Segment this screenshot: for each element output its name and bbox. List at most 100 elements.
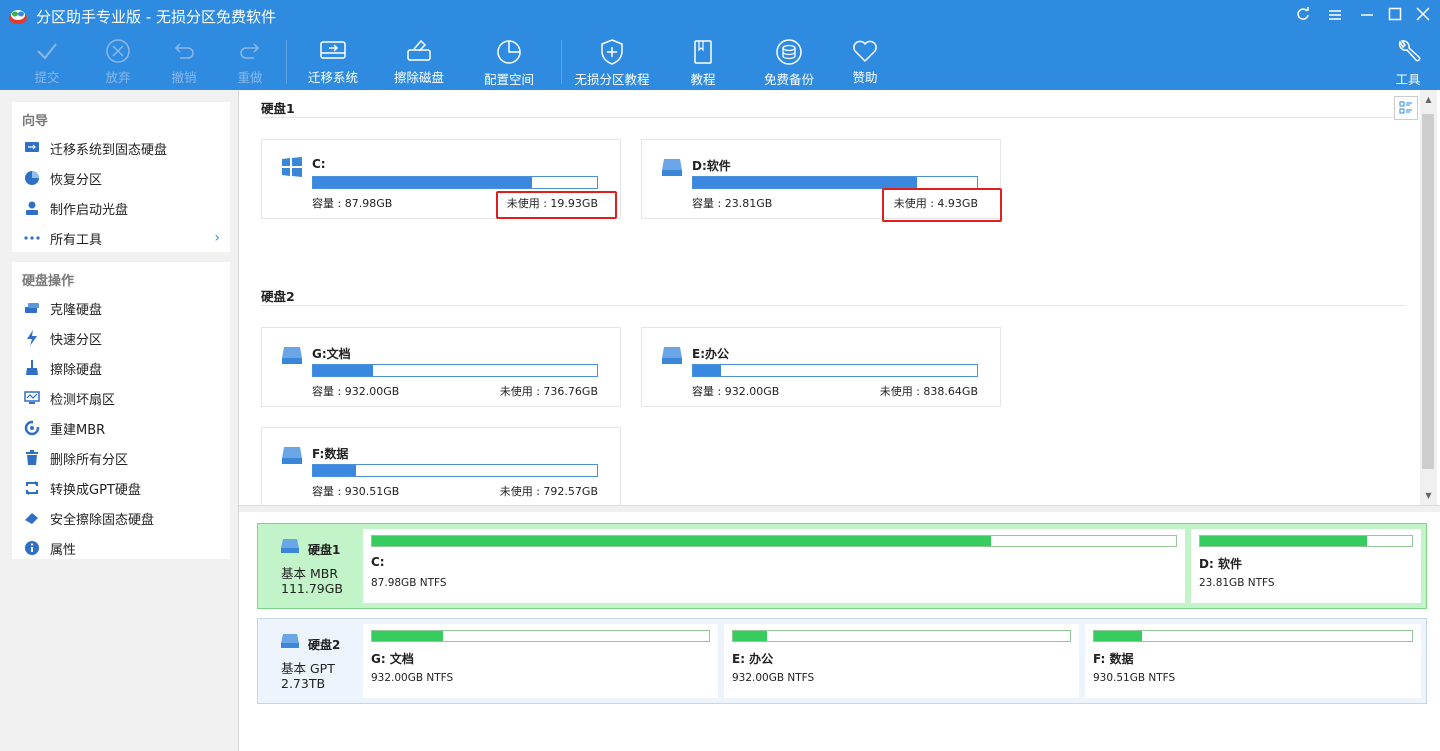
disk2-label: 硬盘2 bbox=[261, 289, 295, 304]
drive-icon bbox=[281, 539, 299, 553]
disk-map-partition-f[interactable]: F: 数据 930.51GB NTFS bbox=[1085, 624, 1421, 698]
usage-bar bbox=[312, 364, 598, 377]
drive-icon bbox=[281, 634, 299, 648]
windows-logo-icon bbox=[282, 157, 302, 177]
partition-card-f[interactable]: F:数据 容量 : 930.51GB 未使用 : 792.57GB bbox=[261, 427, 621, 505]
menu-icon[interactable] bbox=[1322, 4, 1348, 28]
disk1-header: 硬盘1 bbox=[246, 90, 1406, 118]
user-disc-icon bbox=[24, 200, 40, 216]
sidebar-item-wipe-disk[interactable]: 擦除硬盘 bbox=[12, 353, 230, 383]
sidebar-item-label: 所有工具 bbox=[50, 232, 103, 248]
sidebar-item-properties[interactable]: 属性 bbox=[12, 533, 230, 563]
partition-name: F: 数据 bbox=[1093, 652, 1134, 666]
sidebar-item-label: 安全擦除固态硬盘 bbox=[50, 512, 155, 528]
sidebar-item-label: 恢复分区 bbox=[50, 172, 103, 188]
drive-icon bbox=[662, 347, 682, 364]
sidebar-item-check-bad-sectors[interactable]: 检测坏扇区 bbox=[12, 383, 230, 413]
partition-info: 23.81GB NTFS bbox=[1199, 577, 1275, 589]
partition-name: G:文档 bbox=[312, 347, 351, 361]
lightning-icon bbox=[24, 330, 40, 346]
partition-name: D: 软件 bbox=[1199, 557, 1242, 571]
sponsor-button[interactable]: 赞助 bbox=[823, 34, 907, 90]
partition-info: 930.51GB NTFS bbox=[1093, 672, 1176, 684]
toolbar-separator bbox=[561, 40, 562, 84]
trash-icon bbox=[24, 450, 40, 466]
sidebar-item-delete-all-partitions[interactable]: 删除所有分区 bbox=[12, 443, 230, 473]
partition-usage-fill bbox=[733, 631, 767, 641]
sidebar-item-label: 擦除硬盘 bbox=[50, 362, 103, 378]
capacity-text: 容量 : 932.00GB bbox=[312, 385, 400, 398]
tutorial-button[interactable]: 教程 bbox=[661, 34, 745, 90]
sidebar-item-clone-disk[interactable]: 克隆硬盘 bbox=[12, 293, 230, 323]
disk2-header: 硬盘2 bbox=[246, 278, 1406, 306]
book-icon bbox=[694, 40, 712, 64]
heart-icon bbox=[853, 40, 877, 63]
vertical-scrollbar[interactable]: ▲ ▼ bbox=[1420, 90, 1437, 505]
pie-chart-icon bbox=[497, 40, 521, 64]
allocate-space-button[interactable]: 配置空间 bbox=[467, 34, 551, 90]
checkmark-icon bbox=[37, 43, 57, 60]
sidebar-item-quick-partition[interactable]: 快速分区 bbox=[12, 323, 230, 353]
drive-icon bbox=[662, 159, 682, 176]
disk-size: 2.73TB bbox=[281, 676, 326, 691]
scroll-up-icon[interactable]: ▲ bbox=[1420, 92, 1437, 108]
free-space-text: 未使用 : 736.76GB bbox=[499, 385, 598, 398]
sponsor-label: 赞助 bbox=[852, 70, 878, 85]
disk-size: 111.79GB bbox=[281, 581, 343, 596]
partition-usage-bar bbox=[1093, 630, 1413, 642]
migrate-system-button[interactable]: 迁移系统 bbox=[291, 34, 375, 90]
disk-map-partition-d[interactable]: D: 软件 23.81GB NTFS bbox=[1191, 529, 1421, 603]
maximize-icon[interactable] bbox=[1382, 4, 1408, 28]
scroll-down-icon[interactable]: ▼ bbox=[1420, 488, 1437, 504]
partition-usage-fill bbox=[1094, 631, 1142, 641]
disk-info: 硬盘2 基本 GPT 2.73TB bbox=[258, 619, 358, 703]
scrollbar-thumb[interactable] bbox=[1422, 114, 1434, 469]
close-icon[interactable] bbox=[1410, 4, 1436, 28]
capacity-text: 容量 : 932.00GB bbox=[692, 385, 780, 398]
rebuild-icon bbox=[24, 420, 40, 436]
disk-map-partition-c[interactable]: C: 87.98GB NTFS bbox=[363, 529, 1185, 603]
sidebar-item-label: 迁移系统到固态硬盘 bbox=[50, 142, 168, 158]
disk-name: 硬盘2 bbox=[308, 638, 341, 652]
disk-ops-header: 硬盘操作 bbox=[22, 274, 75, 289]
partition-card-e[interactable]: E:办公 容量 : 932.00GB 未使用 : 838.64GB bbox=[641, 327, 1001, 407]
sidebar-item-secure-erase-ssd[interactable]: 安全擦除固态硬盘 bbox=[12, 503, 230, 533]
sidebar-item-migrate-ssd[interactable]: 迁移系统到固态硬盘 bbox=[12, 133, 230, 163]
pane-splitter[interactable] bbox=[239, 505, 1440, 512]
partition-name: E:办公 bbox=[692, 347, 729, 361]
sidebar-item-all-tools[interactable]: 所有工具 › bbox=[12, 223, 230, 253]
sidebar-item-label: 删除所有分区 bbox=[50, 452, 129, 468]
disk-map-partition-e[interactable]: E: 办公 932.00GB NTFS bbox=[724, 624, 1079, 698]
refresh-icon[interactable] bbox=[1290, 4, 1316, 28]
migrate-disk-icon bbox=[320, 41, 346, 59]
partition-usage-bar bbox=[371, 630, 710, 642]
disk-map-row-disk2[interactable]: 硬盘2 基本 GPT 2.73TB G: 文档 932.00GB NTFS E:… bbox=[257, 618, 1427, 704]
sidebar-item-label: 克隆硬盘 bbox=[50, 302, 103, 318]
usage-bar-fill bbox=[313, 465, 356, 476]
partition-usage-fill bbox=[372, 631, 443, 641]
tools-button[interactable]: 工具 bbox=[1366, 34, 1440, 90]
migrate-system-label: 迁移系统 bbox=[307, 70, 358, 85]
partition-info: 932.00GB NTFS bbox=[732, 672, 815, 684]
sidebar-item-rebuild-mbr[interactable]: 重建MBR bbox=[12, 413, 230, 443]
partition-card-g[interactable]: G:文档 容量 : 932.00GB 未使用 : 736.76GB bbox=[261, 327, 621, 407]
shield-icon bbox=[601, 39, 623, 65]
view-toggle-icon[interactable] bbox=[1394, 96, 1418, 120]
sidebar-item-recover-partition[interactable]: 恢复分区 bbox=[12, 163, 230, 193]
minimize-icon[interactable] bbox=[1354, 4, 1380, 28]
wrench-icon bbox=[1398, 40, 1421, 62]
highlight-box bbox=[882, 188, 1002, 222]
free-backup-button[interactable]: 免费备份 bbox=[747, 34, 831, 90]
wipe-disk-button[interactable]: 擦除磁盘 bbox=[377, 34, 461, 90]
partition-name: C: bbox=[371, 555, 385, 569]
disk-map-partition-g[interactable]: G: 文档 932.00GB NTFS bbox=[363, 624, 718, 698]
redo-button[interactable]: 重做 bbox=[208, 34, 292, 90]
drive-icon bbox=[282, 447, 302, 464]
sidebar-item-label: 制作启动光盘 bbox=[50, 202, 129, 218]
sidebar-item-bootable-media[interactable]: 制作启动光盘 bbox=[12, 193, 230, 223]
undo-icon bbox=[174, 43, 194, 59]
lossless-tutorial-button[interactable]: 无损分区教程 bbox=[570, 34, 654, 90]
disk-map-row-disk1[interactable]: 硬盘1 基本 MBR 111.79GB C: 87.98GB NTFS D: 软… bbox=[257, 523, 1427, 609]
sidebar-item-label: 转换成GPT硬盘 bbox=[50, 482, 141, 498]
sidebar-item-convert-gpt[interactable]: 转换成GPT硬盘 bbox=[12, 473, 230, 503]
